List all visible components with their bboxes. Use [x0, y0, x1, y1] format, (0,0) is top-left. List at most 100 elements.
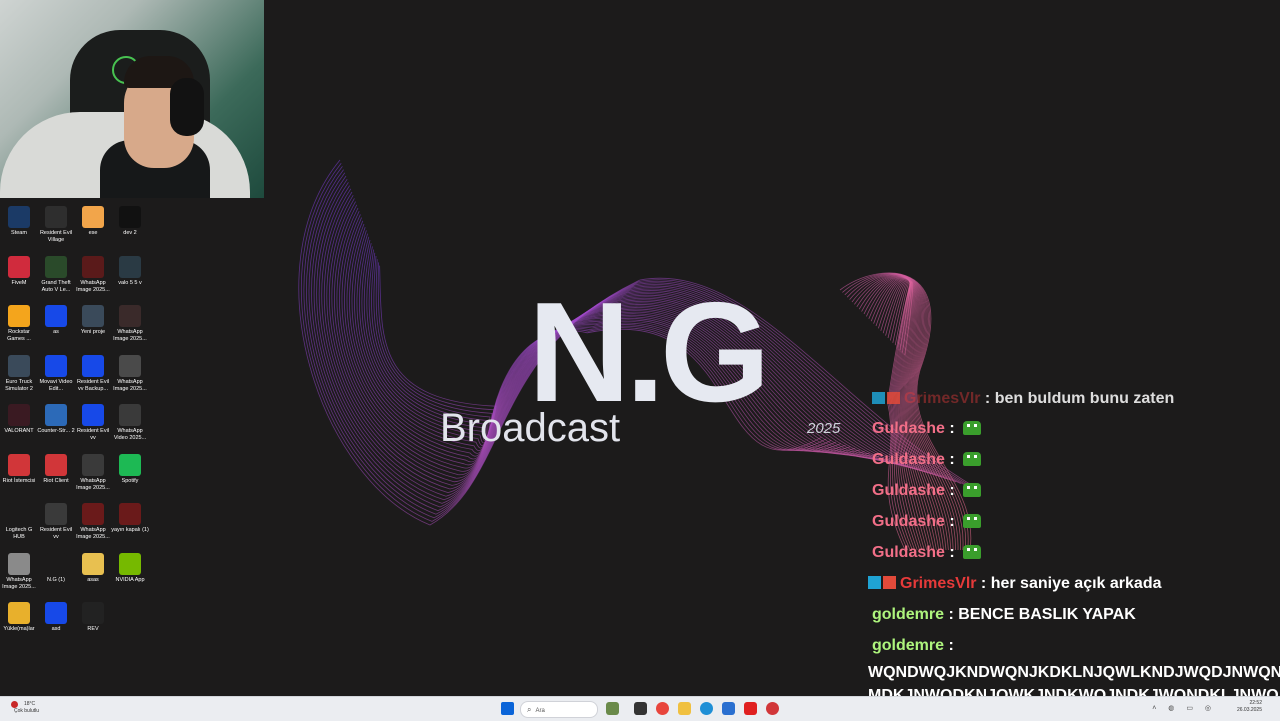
badge-icon: [883, 576, 896, 589]
image-file-icon: [82, 206, 104, 228]
chrome-icon[interactable]: [656, 702, 669, 715]
task-view-icon[interactable]: [634, 702, 647, 715]
desktop-shortcut-label: Riot Client: [43, 477, 69, 484]
desktop-shortcut-label: Logitech G HUB: [5, 527, 33, 540]
desktop-shortcut-label: WhatsApp Image 2025...: [113, 378, 147, 392]
desktop-shortcut[interactable]: REV: [74, 602, 112, 633]
desktop-shortcut-label: asd: [51, 626, 61, 632]
badge-icon: [868, 576, 881, 589]
chat-username: goldemre: [872, 637, 945, 654]
desktop-shortcut[interactable]: WhatsApp Image 2025...: [74, 453, 112, 492]
desktop-shortcut[interactable]: Resident Evil vv: [37, 503, 75, 541]
desktop-shortcut-label: Steam: [11, 230, 27, 236]
desktop-shortcut[interactable]: Resident Evil Village: [37, 206, 75, 244]
app-icon: [82, 404, 104, 426]
desktop-shortcut[interactable]: valo 5 5 v: [111, 255, 149, 287]
clock[interactable]: 22:52 26.03.2025: [1237, 700, 1262, 714]
chat-username: Guldashe: [872, 513, 945, 530]
folder-icon: [82, 552, 104, 575]
badge-icon: [872, 392, 885, 404]
desktop-shortcut[interactable]: N.G (1): [37, 552, 75, 584]
riot-icon: [8, 453, 30, 476]
frog-emote-icon: [963, 421, 982, 435]
clock-date: 26.03.2025: [1236, 707, 1262, 713]
desktop-shortcut[interactable]: WhatsApp Image 2025...: [111, 305, 149, 343]
desktop-shortcut-label: dev 2: [123, 230, 137, 236]
webcam-feed: [0, 0, 264, 198]
desktop-shortcut-label: ese: [88, 230, 98, 236]
video-file-icon: [45, 503, 67, 525]
chat-username: goldemre: [872, 606, 945, 623]
desktop-shortcut[interactable]: dev 2: [111, 206, 149, 237]
frog-emote-icon: [963, 514, 982, 528]
frog-emote-icon: [963, 545, 982, 559]
desktop-shortcut-label: Movavi Video Edit...: [39, 378, 73, 392]
desktop-shortcut-label: Euro Truck Simulator 2: [5, 378, 33, 392]
chat-line: goldemre : BENCE BASLIK YAPAK: [872, 606, 1136, 624]
desktop-shortcut[interactable]: FiveM: [0, 255, 38, 287]
video-file-icon: [119, 206, 141, 228]
search-box[interactable]: ⌕ Ara: [520, 701, 598, 718]
desktop-shortcut[interactable]: WhatsApp Image 2025...: [111, 354, 149, 393]
desktop-shortcut[interactable]: WhatsApp Image 2025...: [74, 255, 112, 294]
desktop-shortcut[interactable]: as: [37, 305, 75, 336]
clock-time: 22:52: [1249, 700, 1262, 706]
weather-widget[interactable]: 18°C Çok bulutlu: [11, 701, 40, 715]
valorant-icon: [8, 404, 30, 426]
chat-line-partial: GrimesVlr : ben buldum bunu zaten: [872, 392, 1174, 408]
start-icon[interactable]: [501, 702, 514, 715]
desktop-shortcut[interactable]: Logitech G HUB: [0, 503, 38, 541]
chat-username-hidden: GrimesVlr: [904, 392, 981, 407]
desktop-shortcut[interactable]: asd: [37, 602, 75, 633]
desktop-shortcut-label: valo 5 5 v: [118, 279, 142, 286]
image-file-icon: [119, 305, 141, 327]
riot-taskbar-icon[interactable]: [766, 702, 779, 715]
desktop-shortcut[interactable]: yayın kapalı (1): [111, 503, 149, 534]
chat-line: Guldashe :: [872, 482, 982, 500]
image-file-icon: [119, 503, 141, 525]
desktop-shortcut-label: Yükle(ma)lar: [3, 626, 35, 632]
desktop-shortcut[interactable]: Rockstar Games ...: [0, 305, 38, 343]
desktop-shortcut[interactable]: Euro Truck Simulator 2: [0, 354, 38, 393]
youtube-icon[interactable]: [744, 702, 757, 715]
desktop-shortcut[interactable]: WhatsApp Image 2025...: [0, 552, 38, 591]
app-icon: [45, 305, 67, 327]
edge-icon[interactable]: [700, 702, 713, 715]
desktop-shortcut[interactable]: WhatsApp Video 2025...: [111, 404, 149, 442]
desktop-shortcut[interactable]: ese: [74, 206, 112, 237]
widget-icon[interactable]: [606, 702, 619, 715]
desktop-shortcut[interactable]: Spotify: [111, 453, 149, 485]
desktop-shortcut[interactable]: Movavi Video Edit...: [37, 354, 75, 393]
overlay-subtitle: Broadcast: [440, 406, 621, 450]
desktop-shortcut-label: Resident Evil vv: [39, 527, 73, 540]
desktop-shortcut[interactable]: NVIDIA App: [111, 552, 149, 584]
desktop-shortcut[interactable]: Yükle(ma)lar: [0, 602, 38, 633]
desktop-shortcut[interactable]: Steam: [0, 206, 38, 237]
desktop-shortcut[interactable]: Yeni proje: [74, 305, 112, 336]
desktop-shortcut[interactable]: Grand Theft Auto V Le...: [37, 255, 75, 294]
chat-spam-line: MDKJNWQDKNJQWKJNDKWQJNDKJWQNDKLJNWQ: [868, 687, 1279, 696]
desktop-shortcut-label: WhatsApp Image 2025...: [113, 329, 147, 342]
desktop-shortcut[interactable]: Counter-Str... 2: [37, 404, 75, 435]
badge-icon: [887, 392, 900, 404]
desktop-shortcut[interactable]: Resident Evil vv: [74, 404, 112, 442]
store-icon[interactable]: [722, 702, 735, 715]
desktop-shortcut[interactable]: Riot Client: [37, 453, 75, 485]
weather-desc: Çok bulutlu: [14, 708, 40, 714]
folder-icon: [8, 602, 30, 624]
chat-line: Guldashe :: [872, 513, 982, 531]
desktop-shortcut-label: Rockstar Games ...: [7, 329, 31, 342]
frog-emote-icon: [963, 483, 982, 497]
desktop-shortcut[interactable]: WhatsApp Image 2025...: [74, 503, 112, 541]
desktop-shortcut[interactable]: VALORANT: [0, 404, 38, 435]
desktop-shortcut[interactable]: asas: [74, 552, 112, 584]
file-explorer-icon[interactable]: [678, 702, 691, 715]
chat-separator: :: [944, 637, 954, 654]
desktop-shortcut-label: WhatsApp Image 2025...: [76, 279, 110, 293]
system-tray[interactable]: ˄ ◍ ▭ ◎: [1152, 704, 1216, 712]
chat-overlay: GrimesVlr : ben buldum bunu zaten Guldas…: [868, 392, 1280, 696]
desktop-shortcut[interactable]: Resident Evil vv Backup...: [74, 354, 112, 393]
weather-icon: [11, 701, 18, 708]
desktop-shortcut-label: Resident Evil Village: [39, 230, 73, 243]
desktop-shortcut[interactable]: Riot İstemcisi: [0, 453, 38, 485]
